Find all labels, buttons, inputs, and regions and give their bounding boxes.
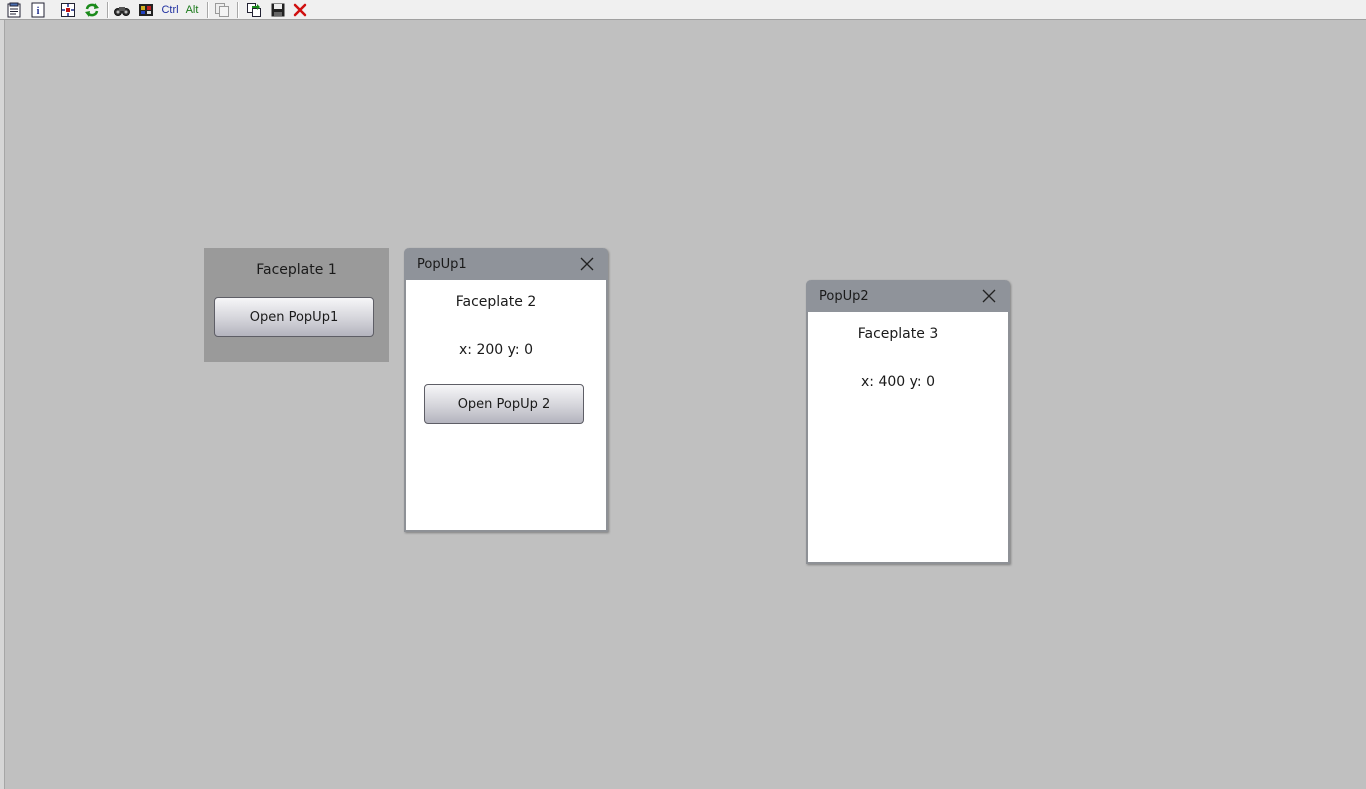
faceplate-2-title: Faceplate 2 xyxy=(455,294,537,310)
close-icon[interactable] xyxy=(982,289,996,303)
export-icon[interactable] xyxy=(245,1,263,19)
svg-text:i: i xyxy=(37,6,40,17)
toolbar-separator xyxy=(107,2,109,18)
close-icon[interactable] xyxy=(291,1,309,19)
faceplate-1-title: Faceplate 1 xyxy=(256,262,337,278)
copy-icon[interactable] xyxy=(213,1,231,19)
popup-1-coordinates: x: 200 y: 0 xyxy=(459,342,533,358)
popup-1-window: PopUp1 Faceplate 2 x: 200 y: 0 Open PopU… xyxy=(404,248,608,532)
open-popup1-button[interactable]: Open PopUp1 xyxy=(214,297,374,337)
popup-2-coordinates: x: 400 y: 0 xyxy=(861,374,935,390)
binoculars-icon[interactable] xyxy=(113,1,131,19)
toolbar-separator xyxy=(237,2,239,18)
window-left-edge xyxy=(0,20,5,789)
popup-1-title: PopUp1 xyxy=(417,257,467,272)
faceplate-1: Faceplate 1 Open PopUp1 xyxy=(204,248,389,362)
toolbar-separator xyxy=(207,2,209,18)
display-icon[interactable] xyxy=(137,1,155,19)
faceplate-3-title: Faceplate 3 xyxy=(857,326,939,342)
select-objects-icon[interactable] xyxy=(59,1,77,19)
open-popup2-button[interactable]: Open PopUp 2 xyxy=(424,384,584,424)
save-icon[interactable] xyxy=(269,1,287,19)
properties-icon[interactable] xyxy=(5,1,23,19)
close-icon[interactable] xyxy=(580,257,594,271)
alt-key-button[interactable]: Alt xyxy=(183,1,201,19)
popup-2-window: PopUp2 Faceplate 3 x: 400 y: 0 xyxy=(806,280,1010,564)
popup-2-header[interactable]: PopUp2 xyxy=(806,280,1010,312)
toolbar: i Ctrl Alt xyxy=(0,0,1366,20)
popup-1-header[interactable]: PopUp1 xyxy=(404,248,608,280)
info-icon[interactable]: i xyxy=(29,1,47,19)
ctrl-key-button[interactable]: Ctrl xyxy=(159,1,181,19)
refresh-icon[interactable] xyxy=(83,1,101,19)
popup-2-title: PopUp2 xyxy=(819,289,869,304)
